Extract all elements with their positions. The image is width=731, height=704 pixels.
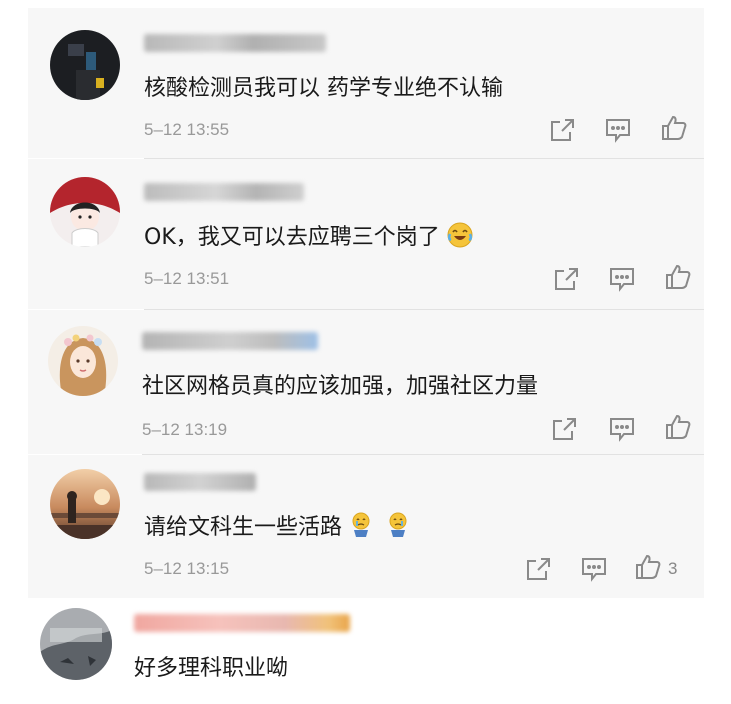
comment-card: 社区网格员真的应该加强，加强社区力量 5–12 13:19 [28, 310, 704, 454]
thumbs-up-icon[interactable] [664, 264, 692, 290]
crying-figure-emoji [386, 512, 410, 544]
share-icon[interactable] [548, 117, 576, 143]
avatar[interactable] [50, 469, 120, 539]
username-blurred[interactable] [144, 183, 304, 201]
comment-timestamp: 5–12 13:19 [142, 420, 228, 439]
comment-icon[interactable] [580, 556, 608, 582]
comment-text: 请给文科生一些活路 [144, 509, 410, 544]
share-icon[interactable] [550, 416, 578, 442]
comment-text-content: 请给文科生一些活路 [144, 515, 343, 540]
avatar[interactable] [50, 177, 120, 247]
username-blurred[interactable] [144, 34, 326, 52]
laughing-tears-emoji [447, 222, 473, 254]
comment-text: 核酸检测员我可以 药学专业绝不认输 [144, 76, 503, 101]
comment-text-content: OK，我又可以去应聘三个岗了 [144, 225, 440, 250]
share-icon[interactable] [524, 556, 552, 582]
comment-icon[interactable] [608, 266, 636, 292]
comment-card: OK，我又可以去应聘三个岗了 5–12 13:51 [28, 159, 704, 309]
comment-text: 好多理科职业呦 [134, 656, 289, 681]
comment-text: OK，我又可以去应聘三个岗了 [144, 219, 473, 254]
comment-text: 社区网格员真的应该加强，加强社区力量 [142, 374, 539, 399]
comment-timestamp: 5–12 13:51 [144, 269, 230, 288]
share-icon[interactable] [552, 266, 580, 292]
thumbs-up-icon[interactable] [664, 414, 692, 440]
comment-card: 好多理科职业呦 [22, 598, 704, 704]
comment-card: 请给文科生一些活路 5–12 13:15 3 [28, 455, 704, 598]
username-blurred[interactable] [142, 332, 318, 350]
avatar[interactable] [48, 326, 118, 396]
like-count: 3 [668, 559, 678, 578]
comment-card: 核酸检测员我可以 药学专业绝不认输 5–12 13:55 [28, 8, 704, 158]
username-blurred[interactable] [144, 473, 256, 491]
username-blurred[interactable] [134, 614, 350, 632]
comment-timestamp: 5–12 13:15 [144, 559, 230, 578]
comment-icon[interactable] [608, 416, 636, 442]
thumbs-up-icon[interactable] [634, 554, 662, 580]
thumbs-up-icon[interactable] [660, 115, 688, 141]
avatar[interactable] [40, 608, 112, 680]
comment-timestamp: 5–12 13:55 [144, 120, 230, 139]
avatar[interactable] [50, 30, 120, 100]
comment-icon[interactable] [604, 117, 632, 143]
crying-figure-emoji [349, 512, 373, 544]
